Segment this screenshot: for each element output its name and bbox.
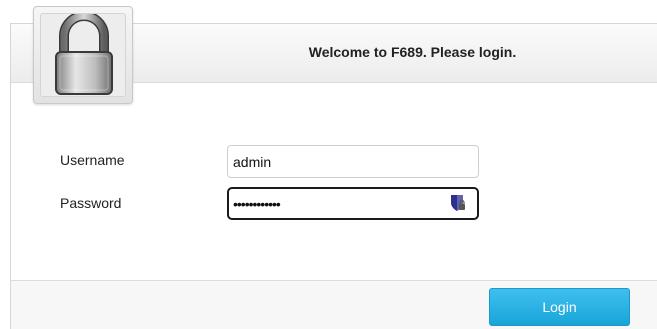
padlock-icon — [55, 14, 113, 95]
username-label: Username — [60, 152, 125, 168]
password-manager-icon[interactable] — [450, 194, 466, 212]
lock-logo — [33, 6, 133, 104]
password-input[interactable] — [227, 187, 479, 220]
username-input[interactable] — [227, 145, 479, 178]
login-button[interactable]: Login — [489, 288, 630, 326]
password-label: Password — [60, 195, 122, 211]
login-page: Welcome to F689. Please login. Username … — [0, 0, 657, 329]
